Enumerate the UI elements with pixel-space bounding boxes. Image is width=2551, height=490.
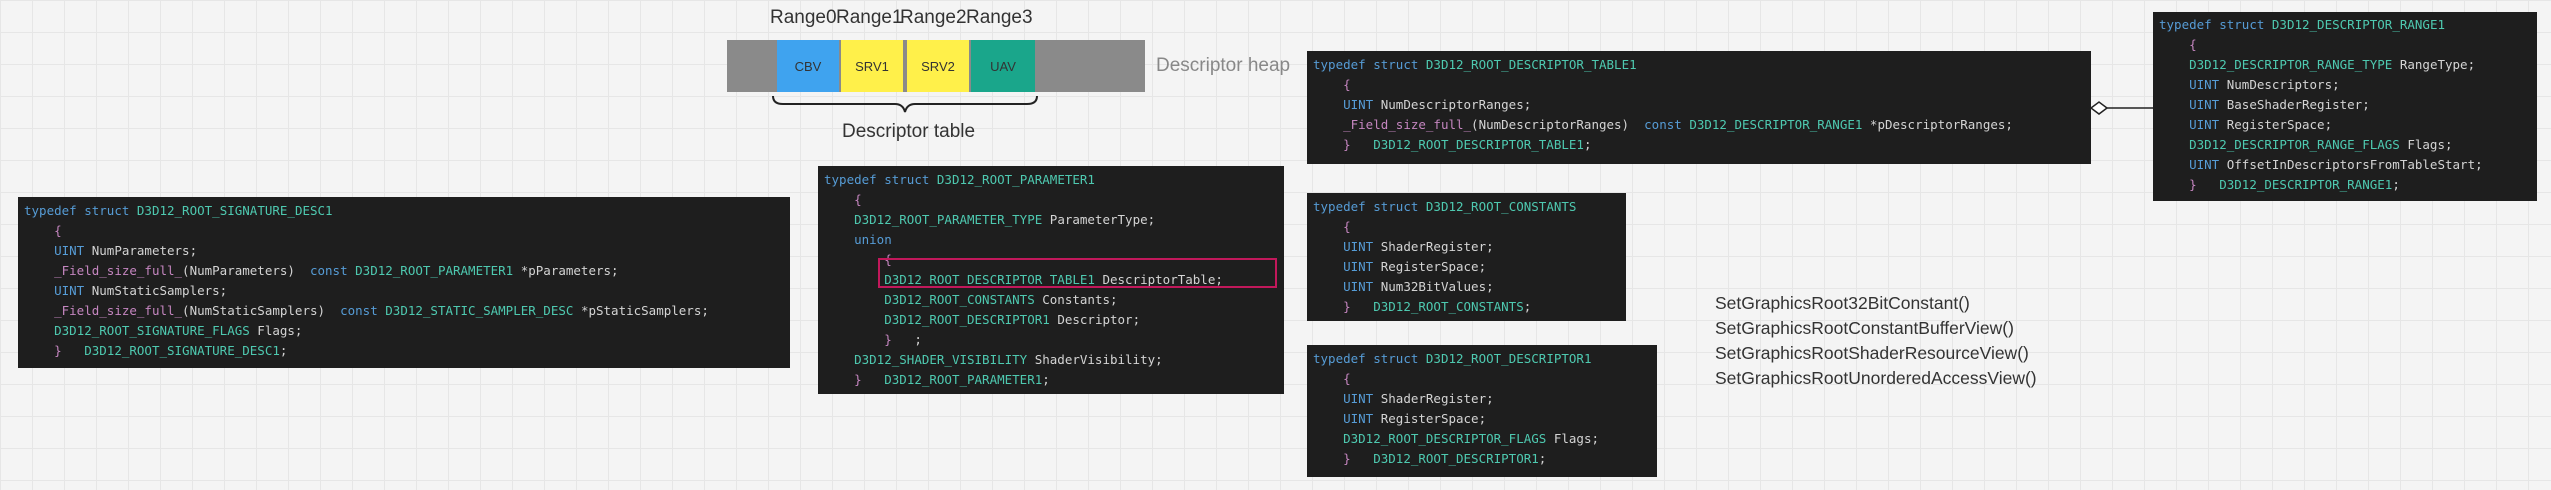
code-line: D3D12_ROOT_SIGNATURE_FLAGS Flags; <box>54 323 303 338</box>
code-line: UINT RegisterSpace; <box>1343 411 1487 426</box>
code-line: union <box>854 232 892 247</box>
descriptor-table-code: typedef struct D3D12_ROOT_DESCRIPTOR_TAB… <box>1307 51 2091 164</box>
code-line: UINT ShaderRegister; <box>1343 391 1494 406</box>
code-line: _Field_size_full_(NumDescriptorRanges) c… <box>1343 117 2013 132</box>
code-line: { <box>54 223 62 238</box>
code-line: D3D12_DESCRIPTOR_RANGE_FLAGS Flags; <box>2189 137 2453 152</box>
code-line: { <box>2189 37 2197 52</box>
code-line: } ; <box>884 332 922 347</box>
descriptor-heap-label: Descriptor heap <box>1156 55 1291 76</box>
code-line: } D3D12_DESCRIPTOR_RANGE1; <box>2189 177 2400 192</box>
code-line: D3D12_SHADER_VISIBILITY ShaderVisibility… <box>854 352 1163 367</box>
code-line: UINT OffsetInDescriptorsFromTableStart; <box>2189 157 2483 172</box>
code-line: } D3D12_ROOT_DESCRIPTOR_TABLE1; <box>1343 137 1592 152</box>
heap-cell-srv2: SRV2 <box>907 40 969 92</box>
descriptor-table-highlight <box>878 258 1277 288</box>
api-call-root-cbv: SetGraphicsRootConstantBufferView() <box>1715 318 2014 338</box>
code-line: { <box>1343 77 1351 92</box>
code-line: typedef struct D3D12_ROOT_CONSTANTS <box>1313 199 1577 214</box>
code-line: D3D12_ROOT_DESCRIPTOR1 Descriptor; <box>884 312 1141 327</box>
code-line: typedef struct D3D12_ROOT_DESCRIPTOR_TAB… <box>1313 57 1637 72</box>
range-label-3: Range3 <box>966 7 1033 28</box>
code-line: typedef struct D3D12_ROOT_PARAMETER1 <box>824 172 1095 187</box>
code-line: UINT BaseShaderRegister; <box>2189 97 2370 112</box>
code-line: typedef struct D3D12_ROOT_DESCRIPTOR1 <box>1313 351 1592 366</box>
code-line: UINT RegisterSpace; <box>1343 259 1487 274</box>
code-line: { <box>1343 219 1351 234</box>
code-line: UINT NumDescriptorRanges; <box>1343 97 1532 112</box>
code-line: } D3D12_ROOT_PARAMETER1; <box>854 372 1050 387</box>
code-line: typedef struct D3D12_ROOT_SIGNATURE_DESC… <box>24 203 333 218</box>
code-line: D3D12_ROOT_DESCRIPTOR_FLAGS Flags; <box>1343 431 1599 446</box>
code-line: D3D12_DESCRIPTOR_RANGE_TYPE RangeType; <box>2189 57 2476 72</box>
code-line: { <box>854 192 862 207</box>
api-call-root-srv: SetGraphicsRootShaderResourceView() <box>1715 343 2029 363</box>
code-line: UINT RegisterSpace; <box>2189 117 2333 132</box>
code-line: UINT NumParameters; <box>54 243 198 258</box>
api-call-root-uav: SetGraphicsRootUnorderedAccessView() <box>1715 368 2037 388</box>
code-line: UINT NumStaticSamplers; <box>54 283 228 298</box>
range-label-2: Range2 <box>900 7 967 28</box>
code-line: typedef struct D3D12_DESCRIPTOR_RANGE1 <box>2159 17 2445 32</box>
root-descriptor-code: typedef struct D3D12_ROOT_DESCRIPTOR1 { … <box>1307 345 1657 477</box>
heap-cell-cbv: CBV <box>777 40 839 92</box>
root-signature-desc-code: typedef struct D3D12_ROOT_SIGNATURE_DESC… <box>18 197 790 368</box>
code-line: UINT Num32BitValues; <box>1343 279 1494 294</box>
code-line: D3D12_ROOT_PARAMETER_TYPE ParameterType; <box>854 212 1156 227</box>
descriptor-table-brace <box>772 95 1038 113</box>
range-label-0: Range0 <box>770 7 837 28</box>
code-line: UINT ShaderRegister; <box>1343 239 1494 254</box>
aggregation-connector <box>2089 101 2154 115</box>
descriptor-table-label: Descriptor table <box>842 121 976 142</box>
code-line: _Field_size_full_(NumParameters) const D… <box>54 263 619 278</box>
code-line: } D3D12_ROOT_CONSTANTS; <box>1343 299 1532 314</box>
code-line: } D3D12_ROOT_DESCRIPTOR1; <box>1343 451 1547 466</box>
range-label-1: Range1 <box>836 7 903 28</box>
code-line: _Field_size_full_(NumStaticSamplers) con… <box>54 303 709 318</box>
code-line: D3D12_ROOT_CONSTANTS Constants; <box>884 292 1118 307</box>
api-call-root-32bit-constant: SetGraphicsRoot32BitConstant() <box>1715 293 1970 313</box>
code-line: } D3D12_ROOT_SIGNATURE_DESC1; <box>54 343 288 358</box>
code-line: UINT NumDescriptors; <box>2189 77 2340 92</box>
descriptor-range-code: typedef struct D3D12_DESCRIPTOR_RANGE1 {… <box>2153 12 2537 201</box>
heap-cell-srv1: SRV1 <box>841 40 903 92</box>
root-constants-code: typedef struct D3D12_ROOT_CONSTANTS { UI… <box>1307 193 1626 321</box>
code-line: { <box>1343 371 1351 386</box>
heap-cell-uav: UAV <box>971 40 1035 92</box>
